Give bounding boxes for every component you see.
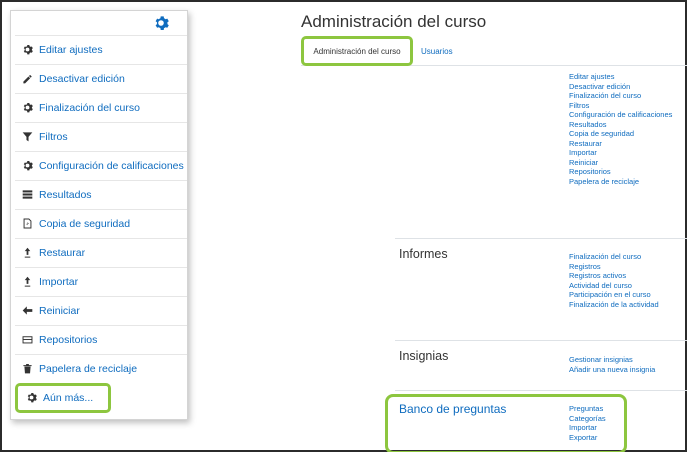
- link-configuracion-calificaciones[interactable]: Configuración de calificaciones: [569, 110, 687, 120]
- link-importar-preguntas[interactable]: Importar: [569, 423, 687, 433]
- link-finalizacion-curso-report[interactable]: Finalización del curso: [569, 252, 687, 262]
- pencil-icon: [21, 73, 33, 85]
- menu-item-label: Copia de seguridad: [39, 217, 131, 230]
- menu-item-importar[interactable]: Importar: [15, 267, 187, 295]
- menu-item-label: Importar: [39, 275, 79, 288]
- link-importar[interactable]: Importar: [569, 148, 687, 158]
- menu-item-label: Editar ajustes: [39, 43, 103, 56]
- link-filtros[interactable]: Filtros: [569, 101, 687, 111]
- file-icon: [21, 218, 33, 230]
- link-restaurar[interactable]: Restaurar: [569, 139, 687, 149]
- menu-item-label: Desactivar edición: [39, 72, 125, 85]
- gear-icon: [21, 160, 33, 172]
- tab-bar: Administración del curso Usuarios: [301, 36, 687, 66]
- link-finalizacion-curso[interactable]: Finalización del curso: [569, 91, 687, 101]
- link-exportar-preguntas[interactable]: Exportar: [569, 433, 687, 443]
- upload-icon: [21, 276, 33, 288]
- link-registros-activos[interactable]: Registros activos: [569, 271, 687, 281]
- link-editar-ajustes[interactable]: Editar ajustes: [569, 72, 687, 82]
- link-registros[interactable]: Registros: [569, 262, 687, 272]
- gear-icon: [21, 44, 33, 56]
- menu-item-papelera-reciclaje[interactable]: Papelera de reciclaje: [15, 354, 187, 382]
- menu-item-filtros[interactable]: Filtros: [15, 122, 187, 150]
- list-icon: [21, 189, 33, 201]
- tab-usuarios[interactable]: Usuarios: [421, 36, 453, 66]
- menu-item-reiniciar[interactable]: Reiniciar: [15, 296, 187, 324]
- more-button[interactable]: Aún más...: [15, 383, 111, 413]
- section-title-informes: Informes: [399, 247, 448, 261]
- menu-item-desactivar-edicion[interactable]: Desactivar edición: [15, 64, 187, 92]
- settings-dropdown-menu: Editar ajustes Desactivar edición Finali…: [10, 10, 188, 420]
- trash-icon: [21, 363, 33, 375]
- menu-item-editar-ajustes[interactable]: Editar ajustes: [15, 35, 187, 63]
- link-categorias[interactable]: Categorías: [569, 414, 687, 424]
- link-reiniciar[interactable]: Reiniciar: [569, 158, 687, 168]
- link-papelera-reciclaje[interactable]: Papelera de reciclaje: [569, 177, 687, 187]
- section-title-banco-preguntas[interactable]: Banco de preguntas: [399, 402, 506, 416]
- filter-icon: [21, 131, 33, 143]
- menu-item-label: Repositorios: [39, 333, 98, 346]
- reports-links: Finalización del curso Registros Registr…: [569, 252, 687, 309]
- section-divider: [395, 390, 687, 391]
- menu-item-label: Configuración de calificaciones: [39, 159, 184, 172]
- link-copia-seguridad[interactable]: Copia de seguridad: [569, 129, 687, 139]
- menu-item-label: Finalización del curso: [39, 101, 140, 114]
- upload-icon: [21, 247, 33, 259]
- link-actividad-curso[interactable]: Actividad del curso: [569, 281, 687, 291]
- section-divider: [395, 340, 687, 341]
- menu-item-repositorios[interactable]: Repositorios: [15, 325, 187, 353]
- course-admin-links: Editar ajustes Desactivar edición Finali…: [569, 72, 687, 186]
- section-divider: [395, 238, 687, 239]
- page-title: Administración del curso: [301, 12, 487, 31]
- link-preguntas[interactable]: Preguntas: [569, 404, 687, 414]
- menu-item-resultados[interactable]: Resultados: [15, 180, 187, 208]
- link-finalizacion-actividad[interactable]: Finalización de la actividad: [569, 300, 687, 310]
- menu-item-copia-seguridad[interactable]: Copia de seguridad: [15, 209, 187, 237]
- link-anadir-insignia[interactable]: Añadir una nueva insignia: [569, 365, 687, 375]
- arrow-left-icon: [21, 305, 33, 317]
- link-desactivar-edicion[interactable]: Desactivar edición: [569, 82, 687, 92]
- menu-item-label: Resultados: [39, 188, 92, 201]
- gear-icon: [26, 392, 38, 404]
- menu-item-finalizacion-curso[interactable]: Finalización del curso: [15, 93, 187, 121]
- more-label: Aún más...: [43, 392, 94, 404]
- link-gestionar-insignias[interactable]: Gestionar insignias: [569, 355, 687, 365]
- menu-item-label: Reiniciar: [39, 304, 80, 317]
- gear-icon[interactable]: [153, 15, 169, 31]
- link-resultados[interactable]: Resultados: [569, 120, 687, 130]
- box-icon: [21, 334, 33, 346]
- gear-icon: [21, 102, 33, 114]
- menu-item-label: Papelera de reciclaje: [39, 362, 138, 375]
- tab-administracion-curso[interactable]: Administración del curso: [301, 36, 413, 66]
- menu-item-configuracion-calificaciones[interactable]: Configuración de calificaciones: [15, 151, 187, 179]
- link-participacion-curso[interactable]: Participación en el curso: [569, 290, 687, 300]
- section-title-insignias: Insignias: [399, 349, 449, 363]
- link-repositorios[interactable]: Repositorios: [569, 167, 687, 177]
- menu-item-label: Filtros: [39, 130, 68, 143]
- menu-item-label: Restaurar: [39, 246, 86, 259]
- menu-item-restaurar[interactable]: Restaurar: [15, 238, 187, 266]
- question-bank-links: Preguntas Categorías Importar Exportar: [569, 404, 687, 442]
- badges-links: Gestionar insignias Añadir una nueva ins…: [569, 355, 687, 374]
